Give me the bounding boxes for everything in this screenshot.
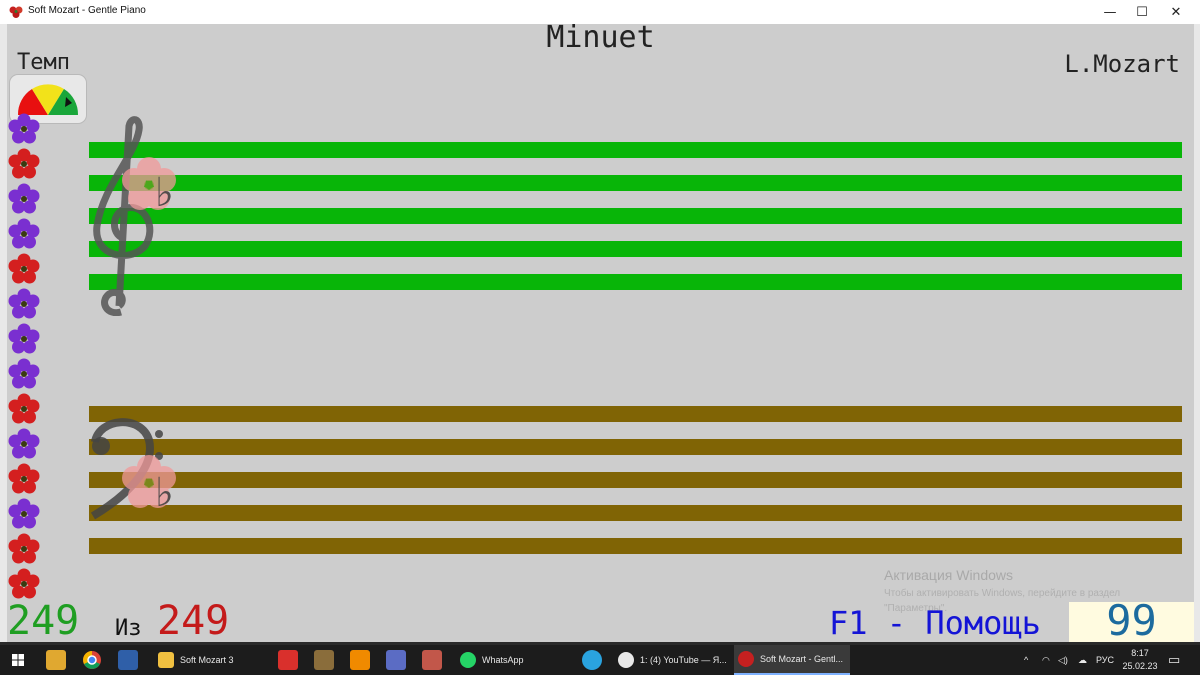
taskbar-app-label: Soft Mozart 3 <box>180 655 234 665</box>
score-box: 99 <box>1069 596 1194 642</box>
vlc-icon[interactable] <box>350 650 370 670</box>
clock-date: 25.02.23 <box>1122 661 1158 671</box>
folder-icon <box>158 652 174 668</box>
treble-staff-line <box>89 208 1182 224</box>
notifications-icon[interactable]: ▭ <box>1168 645 1180 675</box>
explorer-pin-icon[interactable] <box>46 650 66 670</box>
flower-icon <box>8 568 40 599</box>
flower-icon <box>8 358 40 389</box>
games-app-icon[interactable] <box>422 650 442 670</box>
volume-icon[interactable]: ◁) <box>1058 645 1068 675</box>
score-value: 99 <box>1106 596 1157 642</box>
softmozart-icon <box>738 651 754 667</box>
taskbar-app-softmozart-active[interactable]: Soft Mozart - Gentl... <box>734 645 850 675</box>
bass-staff-line <box>89 505 1182 521</box>
telegram-icon[interactable] <box>582 650 602 670</box>
taskbar-app-yandex[interactable]: 1: (4) YouTube — Я... <box>614 645 734 675</box>
language-indicator[interactable]: РУС <box>1096 645 1114 675</box>
chrome-icon[interactable] <box>82 650 102 670</box>
system-clock[interactable]: 8:17 25.02.23 <box>1120 647 1160 673</box>
whatsapp-icon <box>460 652 476 668</box>
activation-watermark-title: Активация Windows <box>884 567 1014 583</box>
save-app-icon[interactable] <box>118 650 138 670</box>
flower-icon <box>8 393 40 424</box>
window-right-edge <box>1194 24 1200 642</box>
taskbar-app-softmozart3[interactable]: Soft Mozart 3 <box>152 645 270 675</box>
help-hint[interactable]: F1 - Помощь <box>829 604 1041 642</box>
piece-title: Minuet <box>546 24 655 55</box>
app-icon <box>9 6 23 18</box>
flower-icon <box>8 323 40 354</box>
wifi-icon[interactable]: ◠ <box>1042 645 1050 675</box>
flower-icon <box>8 288 40 319</box>
treble-staff-line <box>89 274 1182 290</box>
flower-icon <box>8 183 40 214</box>
treble-key-signature: ♭ <box>155 170 174 216</box>
flower-icon <box>8 113 40 144</box>
progress-current: 249 <box>7 598 80 642</box>
flower-icon <box>8 428 40 459</box>
bass-staff-line <box>89 538 1182 554</box>
calculator-icon[interactable] <box>386 650 406 670</box>
treble-staff-line <box>89 241 1182 257</box>
tray-chevron-icon[interactable]: ^ <box>1024 645 1028 675</box>
anydesk-icon[interactable] <box>278 650 298 670</box>
yandex-browser-icon <box>618 652 634 668</box>
treble-staff-line <box>89 142 1182 158</box>
close-button[interactable]: ✕ <box>1158 0 1194 24</box>
clock-time: 8:17 <box>1131 648 1149 658</box>
window-titlebar: Soft Mozart - Gentle Piano — ☐ ✕ <box>0 0 1200 25</box>
bass-staff-line <box>89 406 1182 422</box>
bass-staff-line <box>89 439 1182 455</box>
bass-key-signature: ♭ <box>155 470 174 516</box>
progress-separator: Из <box>115 616 142 641</box>
maximize-button[interactable]: ☐ <box>1124 0 1160 24</box>
taskbar: Soft Mozart 3 WhatsApp 1: (4) YouTube — … <box>0 645 1200 675</box>
flower-icon <box>8 498 40 529</box>
close-icon: ✕ <box>1170 4 1182 20</box>
flower-icon <box>8 253 40 284</box>
flower-icon <box>8 148 40 179</box>
flower-icon <box>8 533 40 564</box>
cloud-icon[interactable]: ☁ <box>1078 645 1087 675</box>
taskbar-app-label: 1: (4) YouTube — Я... <box>640 655 727 665</box>
flower-icon <box>8 463 40 494</box>
taskbar-app-whatsapp[interactable]: WhatsApp <box>456 645 570 675</box>
flower-icon <box>8 218 40 249</box>
bass-staff-line <box>89 472 1182 488</box>
window-title: Soft Mozart - Gentle Piano <box>28 5 146 16</box>
composer-name: L.Mozart <box>1064 50 1180 78</box>
treble-staff-line <box>89 175 1182 191</box>
windows-start-icon[interactable] <box>12 654 24 666</box>
minimize-icon: — <box>1103 4 1117 20</box>
window-left-edge <box>0 24 7 642</box>
taskbar-app-label: Soft Mozart - Gentl... <box>760 654 844 664</box>
tool-app-icon[interactable] <box>314 650 334 670</box>
taskbar-app-label: WhatsApp <box>482 655 524 665</box>
maximize-icon: ☐ <box>1136 4 1148 20</box>
progress-total: 249 <box>157 598 230 642</box>
tempo-label: Темп <box>17 50 70 75</box>
minimize-button[interactable]: — <box>1092 0 1128 24</box>
app-client-area: Minuet L.Mozart Темп ♭ ♭ 249 Из 249 Акти… <box>7 24 1194 642</box>
treble-clef-icon <box>93 116 154 316</box>
